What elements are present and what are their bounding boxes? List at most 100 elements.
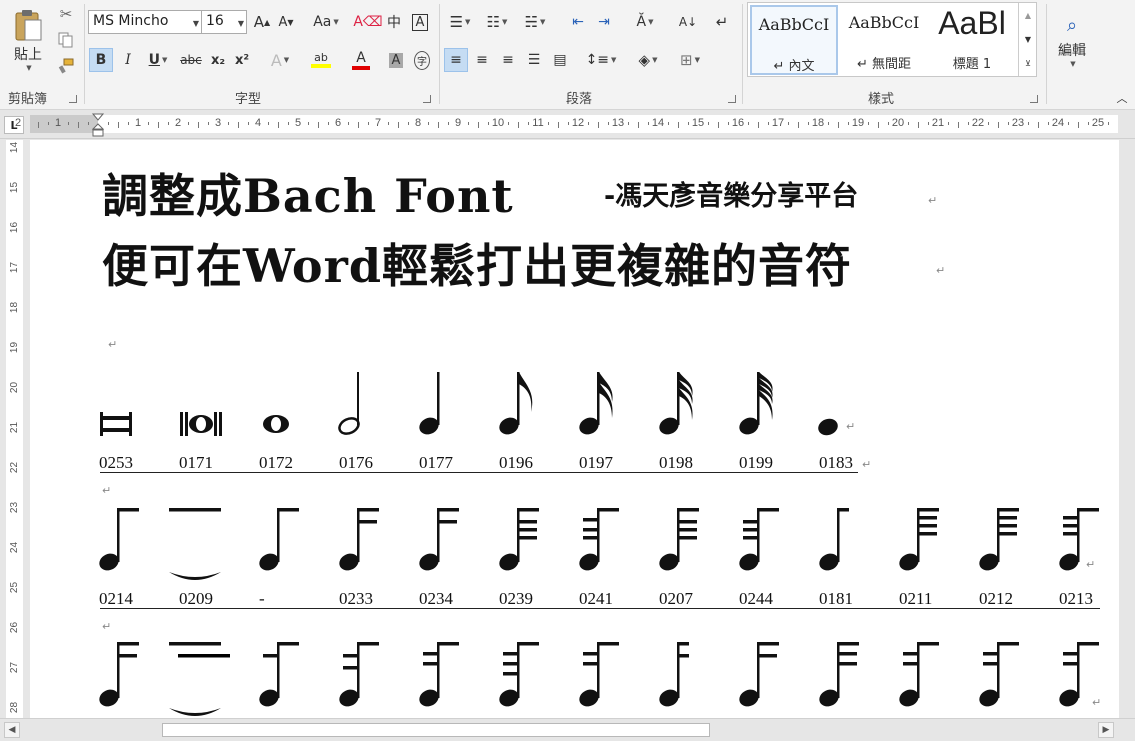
vertical-scrollbar[interactable] — [1119, 140, 1135, 718]
text-effects-button[interactable]: A ▼ — [265, 48, 295, 72]
paste-button[interactable]: 貼上 ▼ — [4, 2, 52, 78]
bold-button[interactable]: B — [89, 48, 113, 72]
stem — [917, 642, 920, 698]
line-spacing-button[interactable]: ↕≡ ▼ — [584, 48, 618, 72]
horizontal-scrollbar[interactable]: ◀ ▶ — [0, 718, 1135, 741]
numbering-button[interactable]: ☷ ▼ — [480, 10, 514, 34]
distributed-button[interactable]: ▤ — [548, 48, 572, 72]
indent-marker[interactable] — [91, 113, 105, 137]
italic-button[interactable]: I — [117, 48, 139, 72]
ruler-number: 1 — [54, 117, 62, 129]
character-border-button[interactable]: A — [409, 11, 431, 33]
subscript-button[interactable]: x₂ — [207, 48, 229, 72]
style-preview: AaBl — [938, 5, 1006, 41]
scroll-right-button[interactable]: ▶ — [1098, 722, 1114, 738]
paragraph-launcher-icon[interactable] — [728, 95, 736, 103]
stem — [357, 642, 360, 698]
align-right-button[interactable]: ≡ — [496, 48, 520, 72]
scroll-left-button[interactable]: ◀ — [4, 722, 20, 738]
shading-button[interactable]: ◈ ▼ — [630, 48, 666, 72]
styles-scroll-up-icon[interactable]: ▲ — [1019, 3, 1037, 27]
font-size-combo[interactable]: 16 ▼ — [201, 10, 247, 34]
align-center-button[interactable]: ≡ — [470, 48, 494, 72]
paragraph-group-label: 段落 — [566, 92, 593, 107]
ruler-tick — [728, 122, 729, 125]
horizontal-ruler[interactable]: L 2 1 1 2 3 4 5 6 7 8 9 10 11 12 13 14 15 16 17 18 19 20 21 22 2… — [0, 111, 1135, 139]
grow-font-button[interactable]: A ▲ — [251, 11, 273, 33]
vertical-ruler-number: 18 — [9, 301, 20, 314]
superscript-button[interactable]: x² — [231, 48, 253, 72]
font-name-combo[interactable]: MS Mincho ▼ — [88, 10, 202, 34]
ruler-tick — [528, 122, 529, 125]
character-border-icon: A — [411, 13, 429, 31]
increase-indent-button[interactable]: ⇥ — [592, 10, 616, 34]
style-no-spacing[interactable]: AaBbCcI ↵ 無間距 — [840, 5, 928, 75]
enclose-characters-icon: 字 — [414, 50, 430, 70]
bullets-button[interactable]: ☰ ▼ — [444, 10, 476, 34]
align-left-button[interactable]: ≡ — [444, 48, 468, 72]
multilevel-list-button[interactable]: ☵ ▼ — [518, 10, 552, 34]
beamed-note — [739, 642, 779, 707]
collapse-ribbon-button[interactable]: ︿ — [1114, 90, 1130, 106]
sort-button[interactable]: A↓ — [676, 10, 700, 34]
ruler-tick — [38, 122, 39, 128]
character-shading-button[interactable]: A — [385, 48, 407, 72]
styles-launcher-icon[interactable] — [1030, 95, 1038, 103]
editing-button[interactable]: ⌕ 編輯 ▼ — [1052, 4, 1092, 78]
decrease-indent-button[interactable]: ⇤ — [566, 10, 590, 34]
font-launcher-icon[interactable] — [423, 95, 431, 103]
document-page[interactable]: 調整成Bach Font -馮天彥音樂分享平台 ↵ 便可在Word輕鬆打出更複雜… — [30, 140, 1119, 718]
clear-formatting-button[interactable]: A⌫ — [353, 11, 382, 33]
ruler-number: 19 — [851, 117, 865, 129]
asian-layout-icon: Ă — [636, 14, 647, 30]
font-color-button[interactable]: A — [343, 48, 379, 72]
ruler-tick — [388, 122, 389, 125]
strikethrough-button[interactable]: abc — [177, 48, 205, 72]
paste-dropdown-icon[interactable]: ▼ — [26, 64, 31, 72]
justify-button[interactable]: ☰ — [522, 48, 546, 72]
highlight-button[interactable]: ab — [303, 48, 339, 72]
beam — [343, 654, 359, 658]
stem — [677, 642, 680, 698]
beam — [423, 652, 439, 656]
beamed-note — [979, 642, 1019, 707]
ruler-tick — [248, 122, 249, 125]
cut-button[interactable]: ✂ — [56, 4, 76, 24]
asian-layout-button[interactable]: Ă ▼ — [628, 10, 662, 34]
ruler-tick — [648, 122, 649, 125]
beamed-note — [499, 642, 539, 707]
ruler-number: 18 — [811, 117, 825, 129]
ruler-tick — [758, 122, 759, 128]
copy-button[interactable] — [56, 30, 76, 50]
ruler-number: 4 — [254, 117, 262, 129]
format-painter-button[interactable] — [56, 56, 76, 76]
divider — [742, 4, 743, 104]
ruler-tick — [148, 122, 149, 125]
clipboard-launcher-icon[interactable] — [69, 95, 77, 103]
styles-scroll-down-icon[interactable]: ▼ — [1019, 27, 1037, 51]
enclose-characters-button[interactable]: 字 — [411, 48, 433, 72]
ruler-tick — [638, 122, 639, 128]
phonetic-guide-button[interactable]: 中 — [383, 11, 405, 33]
beam — [917, 642, 939, 646]
ruler-number: 3 — [214, 117, 222, 129]
horizontal-scroll-thumb[interactable] — [162, 723, 710, 737]
borders-button[interactable]: ⊞ ▼ — [672, 48, 708, 72]
style-heading-1[interactable]: AaBl 標題 1 — [930, 5, 1014, 75]
beam — [997, 642, 1019, 646]
show-marks-button[interactable]: ↵ — [710, 10, 734, 34]
vertical-ruler[interactable]: 14 15 16 17 18 19 20 21 22 23 24 25 26 27 28 — [0, 140, 30, 718]
underline-button[interactable]: U ▼ — [141, 48, 175, 72]
change-case-button[interactable]: Aa ▼ — [309, 11, 343, 33]
clipboard-group-label: 剪貼簿 — [8, 92, 48, 107]
styles-more-icon[interactable]: ⊻ — [1019, 51, 1037, 75]
beam — [757, 654, 777, 658]
ruler-tick — [188, 122, 189, 125]
style-normal[interactable]: AaBbCcI ↵ 內文 — [750, 5, 838, 75]
beam — [503, 672, 519, 676]
shrink-font-button[interactable]: A ▼ — [275, 11, 297, 33]
vertical-ruler-number: 21 — [9, 421, 20, 434]
bullets-icon: ☰ — [449, 13, 464, 31]
ruler-number: 5 — [294, 117, 302, 129]
ruler-tick — [788, 122, 789, 125]
